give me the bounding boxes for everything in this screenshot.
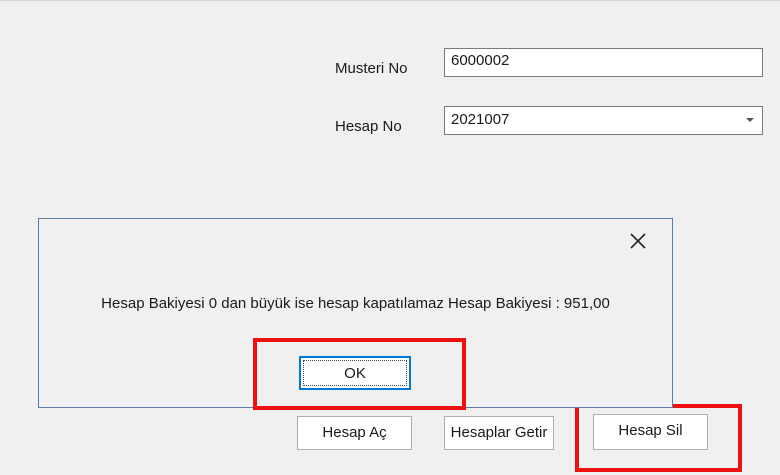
get-accounts-label: Hesaplar Getir	[450, 424, 548, 441]
dialog-message: Hesap Bakiyesi 0 dan büyük ise hesap kap…	[101, 295, 610, 312]
open-account-label: Hesap Aç	[322, 424, 387, 441]
ok-label: OK	[303, 360, 407, 386]
message-dialog: Hesap Bakiyesi 0 dan büyük ise hesap kap…	[38, 218, 673, 408]
chevron-down-icon[interactable]	[746, 118, 754, 122]
delete-account-label: Hesap Sil	[618, 422, 683, 439]
close-icon[interactable]	[628, 231, 648, 251]
customer-no-field[interactable]: 6000002	[444, 48, 763, 77]
get-accounts-button[interactable]: Hesaplar Getir	[444, 416, 554, 450]
customer-no-label: Musteri No	[335, 60, 408, 77]
account-no-combobox[interactable]: 2021007	[444, 106, 763, 135]
account-no-label: Hesap No	[335, 118, 402, 135]
account-no-value: 2021007	[451, 111, 510, 128]
main-form: Musteri No 6000002 Hesap No 2021007 Hesa…	[0, 0, 780, 475]
delete-account-button[interactable]: Hesap Sil	[593, 414, 708, 450]
top-divider	[0, 0, 780, 1]
customer-no-value: 6000002	[451, 52, 510, 69]
ok-button[interactable]: OK	[299, 356, 411, 390]
open-account-button[interactable]: Hesap Aç	[297, 416, 412, 450]
